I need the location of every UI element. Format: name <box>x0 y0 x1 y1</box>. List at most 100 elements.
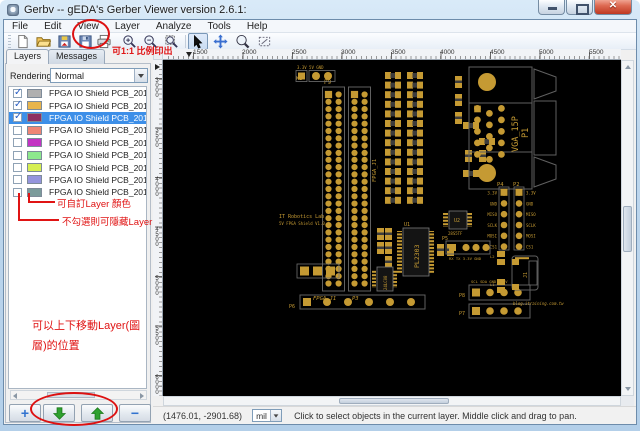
svg-text:P6: P6 <box>289 304 295 310</box>
svg-text:3.3V 5V GND: 3.3V 5V GND <box>297 65 324 70</box>
layer-row[interactable]: FPGA IO Shield PCB_20160225- <box>9 149 146 161</box>
print-annotation-note: 可1:1 比例印出 <box>112 46 173 56</box>
layer-name: FPGA IO Shield PCB_20160225- <box>49 112 146 123</box>
layer-color-swatch[interactable] <box>27 101 42 111</box>
layer-visibility-checkbox[interactable] <box>13 150 22 160</box>
menu-help[interactable]: Help <box>239 21 276 32</box>
layer-color-swatch[interactable] <box>27 88 42 98</box>
menu-tools[interactable]: Tools <box>199 21 238 32</box>
toolbar-separator <box>185 35 186 48</box>
scroll-right-arrow-icon[interactable] <box>140 393 144 399</box>
canvas-hscrollbar[interactable] <box>163 396 621 406</box>
new-file-icon <box>17 34 28 49</box>
menu-file[interactable]: File <box>4 21 36 32</box>
layer-name: FPGA IO Shield PCB_20160225- <box>49 137 146 148</box>
scroll-left-arrow-icon[interactable] <box>13 393 17 399</box>
svg-text:SCLK: SCLK <box>526 223 536 228</box>
new-button[interactable] <box>12 33 32 50</box>
layer-row[interactable]: FPGA IO Shield PCB_20160225- <box>9 87 146 99</box>
svg-text:U2: U2 <box>454 218 460 224</box>
scrollbar-thumb[interactable] <box>623 206 632 252</box>
vga-connector-p1: VGA_15P P1 <box>468 66 557 190</box>
pin-header-p3 <box>348 86 371 292</box>
layer-name: FPGA IO Shield PCB_20160225- <box>49 125 146 136</box>
scroll-down-arrow-icon[interactable] <box>625 387 631 391</box>
status-hint: Click to select objects in the current l… <box>294 410 577 421</box>
annotation-line <box>18 219 59 221</box>
layer-visibility-checkbox[interactable] <box>13 111 22 123</box>
layer-color-swatch[interactable] <box>27 125 42 135</box>
svg-text:VGA_15P: VGA_15P <box>511 116 521 152</box>
ruler-label: 5000 <box>154 276 160 296</box>
svg-text:P8: P8 <box>459 293 465 299</box>
layer-visibility-checkbox[interactable] <box>13 138 22 148</box>
layer-visibility-checkbox[interactable] <box>13 163 22 173</box>
scroll-up-arrow-icon[interactable] <box>625 65 631 69</box>
layer-row[interactable]: FPGA IO Shield PCB_20160225- <box>9 111 146 125</box>
svg-text:GND: GND <box>526 201 534 206</box>
svg-text:CS1: CS1 <box>526 245 534 250</box>
layer-color-swatch[interactable] <box>27 150 42 160</box>
svg-text:SCLK: SCLK <box>487 223 497 228</box>
ruler-label: 5500 <box>589 49 604 56</box>
menu-layer[interactable]: Layer <box>107 21 148 32</box>
menu-analyze[interactable]: Analyze <box>148 21 200 32</box>
svg-text:3.3V: 3.3V <box>487 191 497 196</box>
canvas-vscrollbar[interactable] <box>621 60 634 396</box>
scrollbar-thumb[interactable] <box>339 398 449 404</box>
pointer-icon <box>194 34 203 49</box>
move-buttons-annotation-circle <box>30 392 118 426</box>
power-pads <box>296 263 340 279</box>
menu-edit[interactable]: Edit <box>36 21 69 32</box>
layer-color-swatch[interactable] <box>27 113 42 123</box>
move-annotation-note-line1: 可以上下移動Layer(圖 <box>32 320 141 332</box>
remove-layer-button[interactable]: − <box>119 404 151 422</box>
measure-tool-button[interactable] <box>254 33 274 50</box>
layer-visibility-checkbox[interactable] <box>13 87 22 98</box>
open-folder-icon <box>35 37 51 47</box>
svg-text:RX TX 3.3V GND: RX TX 3.3V GND <box>449 256 482 261</box>
layer-row[interactable]: FPGA IO Shield PCB_20160225- <box>9 99 146 111</box>
move-annotation-note-line2: 層)的位置 <box>32 340 80 352</box>
layer-visibility-checkbox[interactable] <box>13 175 22 185</box>
svg-text:P9: P9 <box>324 79 332 86</box>
layer-row[interactable]: FPGA IO Shield PCB_20160225- <box>9 137 146 149</box>
annotation-line <box>28 201 55 203</box>
svg-text:CS1: CS1 <box>490 245 498 250</box>
gerber-canvas[interactable]: P9 FPGA_J1 P3 FPGA_J1 K1 3.3V 5V GND <box>163 60 621 396</box>
close-button[interactable] <box>594 0 632 15</box>
layer-row[interactable]: FPGA IO Shield PCB_20160225- <box>9 161 146 173</box>
layer-color-swatch[interactable] <box>27 138 42 148</box>
layer-color-swatch[interactable] <box>27 163 42 173</box>
layer-color-swatch[interactable] <box>27 175 42 185</box>
minimize-button[interactable] <box>538 0 565 15</box>
unit-dropdown-button[interactable] <box>270 410 282 421</box>
unit-select[interactable]: mil <box>252 409 283 422</box>
svg-text:MISO: MISO <box>526 212 536 217</box>
layer-visibility-checkbox[interactable] <box>13 125 22 135</box>
revert-button[interactable] <box>54 33 74 50</box>
rendering-dropdown-button[interactable] <box>134 69 147 82</box>
svg-text:L2: L2 <box>490 254 495 259</box>
tab-layers[interactable]: Layers <box>6 49 50 64</box>
pan-tool-button[interactable] <box>210 33 230 50</box>
resistor-array <box>385 72 423 204</box>
zoom-tool-button[interactable] <box>232 33 252 50</box>
toolbar-grip[interactable] <box>8 35 11 48</box>
pcb-board: P9 FPGA_J1 P3 FPGA_J1 K1 3.3V 5V GND <box>279 65 564 319</box>
app-icon <box>7 3 19 16</box>
silk-fpga-j1-vertical: FPGA_J1 <box>372 159 378 182</box>
ruler-label: 6000 <box>154 375 160 395</box>
maximize-button[interactable] <box>566 0 593 15</box>
ruler-label: 5500 <box>154 326 160 346</box>
pointer-tool-button[interactable] <box>188 33 208 50</box>
layer-row[interactable]: FPGA IO Shield PCB_20160225- <box>9 124 146 136</box>
layer-visibility-checkbox[interactable] <box>13 99 22 111</box>
unit-value: mil <box>256 410 267 421</box>
tab-messages[interactable]: Messages <box>48 49 106 64</box>
open-button[interactable] <box>33 33 53 50</box>
svg-text:3.3V: 3.3V <box>526 191 536 196</box>
layer-name: FPGA IO Shield PCB_20160225- <box>49 150 146 161</box>
layer-row[interactable]: FPGA IO Shield PCB_20160225.r <box>9 174 146 186</box>
rendering-select[interactable]: Normal <box>50 68 148 83</box>
